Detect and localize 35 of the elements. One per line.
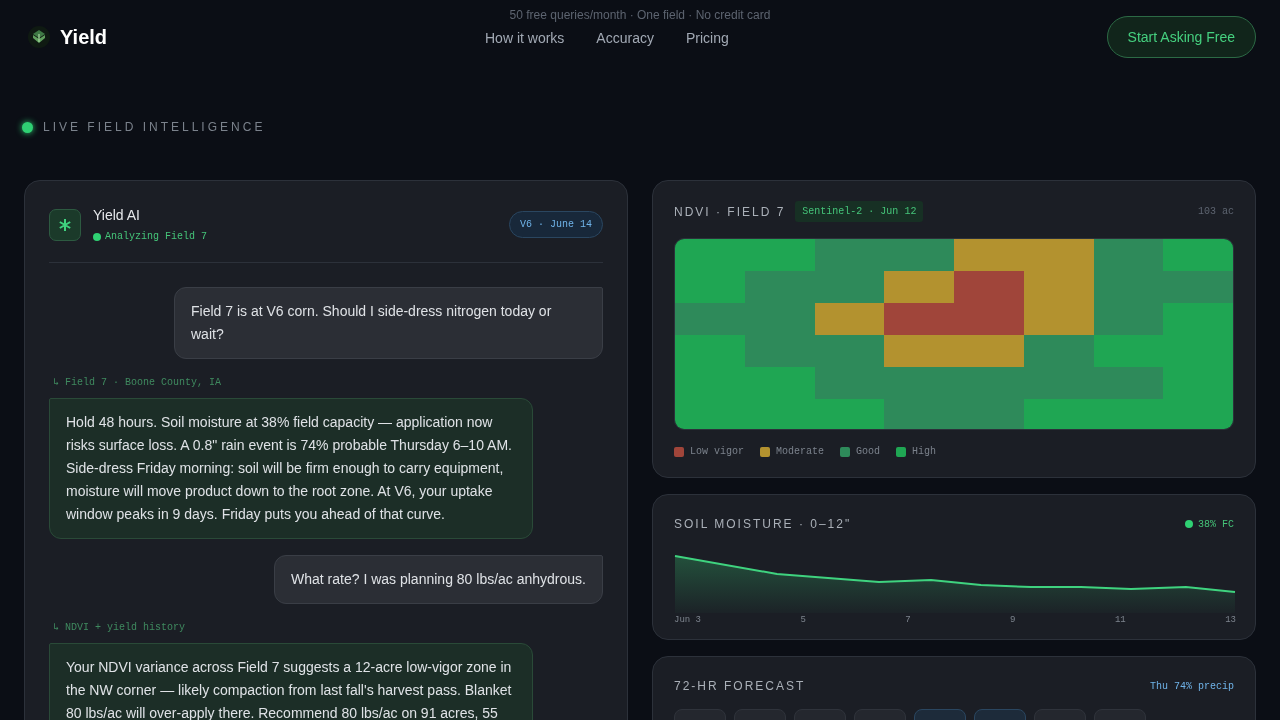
status-text: Analyzing Field 7	[105, 230, 208, 244]
moisture-reading: 38% FC	[1198, 517, 1234, 532]
nav-link[interactable]: How it works	[485, 28, 565, 49]
brand-name[interactable]: Yield	[60, 22, 108, 52]
section-label: LIVE FIELD INTELLIGENCE	[43, 119, 266, 136]
axis-label: 11	[1114, 614, 1126, 627]
axis-label: 7	[905, 614, 911, 627]
legend-label: Low vigor	[690, 445, 744, 459]
logo-icon	[28, 26, 50, 48]
source-label: ↳ Field 7 · Boone County, IA	[53, 376, 223, 390]
precip-note: Thu 74% precip	[1150, 679, 1234, 694]
legend-label: High	[912, 445, 937, 459]
area-label: 103 ac	[1198, 205, 1234, 219]
nav-link[interactable]: Pricing	[685, 28, 729, 49]
card-title: 72-HR FORECAST	[674, 678, 806, 695]
user-message: Field 7 is at V6 corn. Should I side-dress nitrogen today or wait?	[174, 287, 603, 359]
stage-badge: V6 · June 14	[509, 211, 603, 238]
axis-label: Jun 3	[674, 614, 701, 627]
nav-link[interactable]: Accuracy	[596, 28, 654, 49]
assistant-name: Yield AI	[93, 206, 141, 225]
axis-label: 9	[1010, 614, 1016, 627]
legend-label: Moderate	[776, 445, 825, 459]
source-label: ↳ NDVI + yield history	[53, 621, 187, 635]
tagline: 50 free queries/month · One field · No credit card	[508, 7, 772, 24]
assistant-message: Your NDVI variance across Field 7 suggests a 12-acre low-vigor zone in the NW corner — likely compaction from last fall's harvest pass. Blanket 80 lbs/ac will over-apply there. Recommend 80 lbs/ac on 91 acres, 55	[49, 643, 533, 720]
card-title: NDVI · FIELD 7	[674, 203, 786, 221]
asterisk-icon	[59, 218, 71, 231]
axis-label: 5	[800, 614, 806, 627]
source-tag: Sentinel-2 · Jun 12	[795, 201, 924, 222]
user-message: What rate? I was planning 80 lbs/ac anhydrous.	[274, 555, 603, 604]
axis-label: 13	[1225, 614, 1236, 627]
start-button[interactable]: Start Asking Free	[1106, 16, 1256, 58]
assistant-message: Hold 48 hours. Soil moisture at 38% field capacity — application now risks surface loss. A 0.8" rain event is 74% probable Thursday 6–10 AM. Side-dress Friday morning: soil will be firm enough to carry equipment, moisture will move product down to the root zone. At V6, your uptake window peaks in 9 days. Friday puts you ahead of that curve.	[49, 398, 533, 539]
legend-label: Good	[856, 445, 881, 459]
card-title: SOIL MOISTURE · 0–12"	[674, 516, 852, 533]
